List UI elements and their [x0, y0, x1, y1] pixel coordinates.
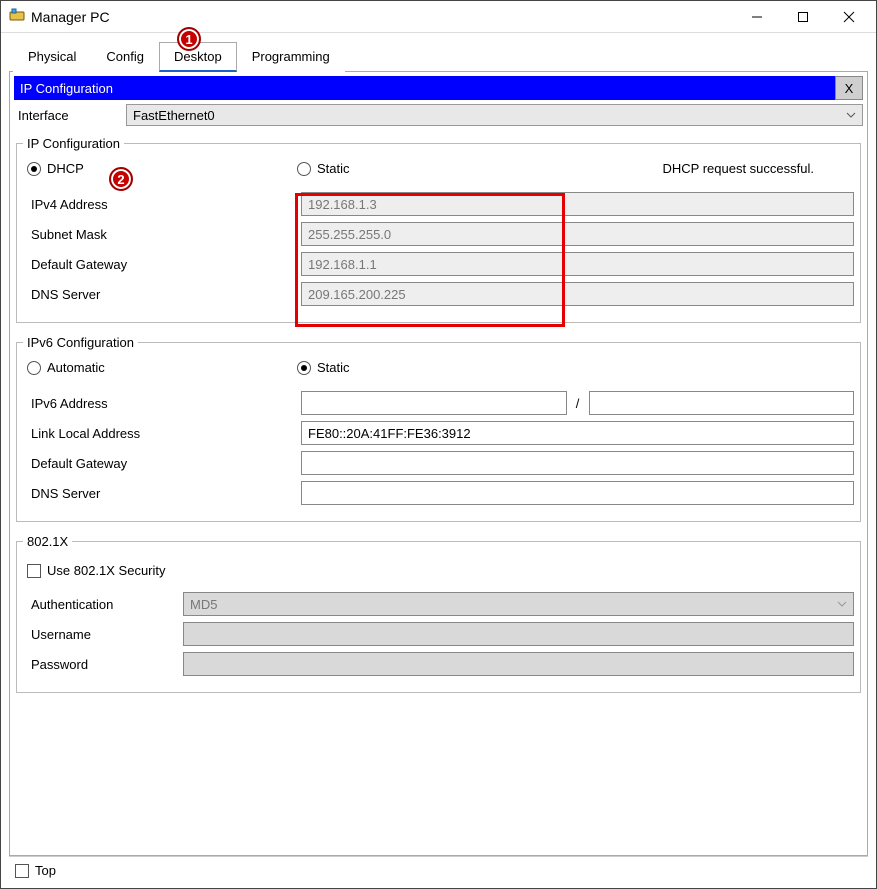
tab-config[interactable]: Config	[91, 42, 159, 72]
radio-dot-icon	[27, 361, 41, 375]
auth-value: MD5	[190, 597, 217, 612]
window-title: Manager PC	[31, 9, 110, 25]
dns-server-label: DNS Server	[23, 287, 301, 302]
username-label: Username	[23, 627, 183, 642]
ipv4-address-field: 192.168.1.3	[301, 192, 854, 216]
ipv6-dns-field[interactable]	[301, 481, 854, 505]
dns-server-field: 209.165.200.225	[301, 282, 854, 306]
auth-label: Authentication	[23, 597, 183, 612]
dot1x-group: 802.1X Use 802.1X Security Authenticatio…	[16, 534, 861, 693]
ipv4-static-radio[interactable]: Static	[297, 161, 557, 176]
interface-label: Interface	[14, 108, 126, 123]
password-field	[183, 652, 854, 676]
subnet-mask-field: 255.255.255.0	[301, 222, 854, 246]
titlebar: Manager PC	[1, 1, 876, 33]
ipv6-dns-label: DNS Server	[23, 486, 301, 501]
ipv4-legend: IP Configuration	[23, 136, 124, 151]
applet-close-button[interactable]: X	[835, 76, 863, 100]
ipv6-static-label: Static	[317, 360, 350, 375]
bottom-bar: Top	[9, 856, 868, 884]
ipv6-prefix-field[interactable]	[589, 391, 855, 415]
dhcp-status: DHCP request successful.	[663, 161, 855, 176]
ipv4-address-label: IPv4 Address	[23, 197, 301, 212]
minimize-button[interactable]	[734, 1, 780, 33]
radio-dot-icon	[27, 162, 41, 176]
use-8021x-label: Use 802.1X Security	[47, 563, 166, 578]
ipv6-mode-row: Automatic Static	[23, 354, 854, 385]
callout-1: 1	[177, 27, 201, 51]
chevron-down-icon	[837, 597, 847, 612]
callout-2: 2	[109, 167, 133, 191]
ipv4-dhcp-radio[interactable]: DHCP	[27, 161, 297, 176]
interface-row: Interface FastEthernet0	[14, 104, 863, 126]
ipv6-group: IPv6 Configuration Automatic Static IPv6…	[16, 335, 861, 522]
ipv4-dhcp-label: DHCP	[47, 161, 84, 176]
app-window: Manager PC Physical Config Desktop Progr…	[0, 0, 877, 889]
chevron-down-icon	[846, 108, 856, 123]
app-icon	[9, 7, 25, 26]
ipv6-prefix-sep: /	[573, 396, 583, 411]
use-8021x-checkbox[interactable]	[27, 564, 41, 578]
subnet-mask-label: Subnet Mask	[23, 227, 301, 242]
applet-title: IP Configuration	[20, 81, 113, 96]
ipv6-gateway-field[interactable]	[301, 451, 854, 475]
maximize-button[interactable]	[780, 1, 826, 33]
link-local-label: Link Local Address	[23, 426, 301, 441]
default-gateway-field: 192.168.1.1	[301, 252, 854, 276]
ipv6-address-field[interactable]	[301, 391, 567, 415]
tab-programming[interactable]: Programming	[237, 42, 345, 72]
applet-titlebar: IP Configuration X	[14, 76, 863, 100]
radio-dot-icon	[297, 162, 311, 176]
radio-dot-icon	[297, 361, 311, 375]
top-label: Top	[35, 863, 56, 878]
ipv4-group: IP Configuration DHCP Static DHCP reques…	[16, 136, 861, 323]
link-local-field[interactable]: FE80::20A:41FF:FE36:3912	[301, 421, 854, 445]
default-gateway-label: Default Gateway	[23, 257, 301, 272]
tabs-wrap: Physical Config Desktop Programming 1	[9, 41, 868, 72]
auth-select: MD5	[183, 592, 854, 616]
ipv6-static-radio[interactable]: Static	[297, 360, 350, 375]
ipv6-legend: IPv6 Configuration	[23, 335, 138, 350]
top-checkbox[interactable]	[15, 864, 29, 878]
username-field	[183, 622, 854, 646]
ipv6-automatic-label: Automatic	[47, 360, 105, 375]
ipv6-address-label: IPv6 Address	[23, 396, 301, 411]
content-area: Physical Config Desktop Programming 1 IP…	[1, 33, 876, 888]
tabs: Physical Config Desktop Programming	[9, 41, 868, 72]
dot1x-legend: 802.1X	[23, 534, 72, 549]
ipv6-automatic-radio[interactable]: Automatic	[27, 360, 297, 375]
ipv4-static-label: Static	[317, 161, 350, 176]
ipv4-mode-row: DHCP Static DHCP request successful.	[23, 155, 854, 186]
tab-physical[interactable]: Physical	[13, 42, 91, 72]
ipv6-gateway-label: Default Gateway	[23, 456, 301, 471]
close-button[interactable]	[826, 1, 872, 33]
interface-select[interactable]: FastEthernet0	[126, 104, 863, 126]
interface-value: FastEthernet0	[133, 108, 215, 123]
password-label: Password	[23, 657, 183, 672]
desktop-panel: IP Configuration X Interface FastEtherne…	[9, 72, 868, 856]
